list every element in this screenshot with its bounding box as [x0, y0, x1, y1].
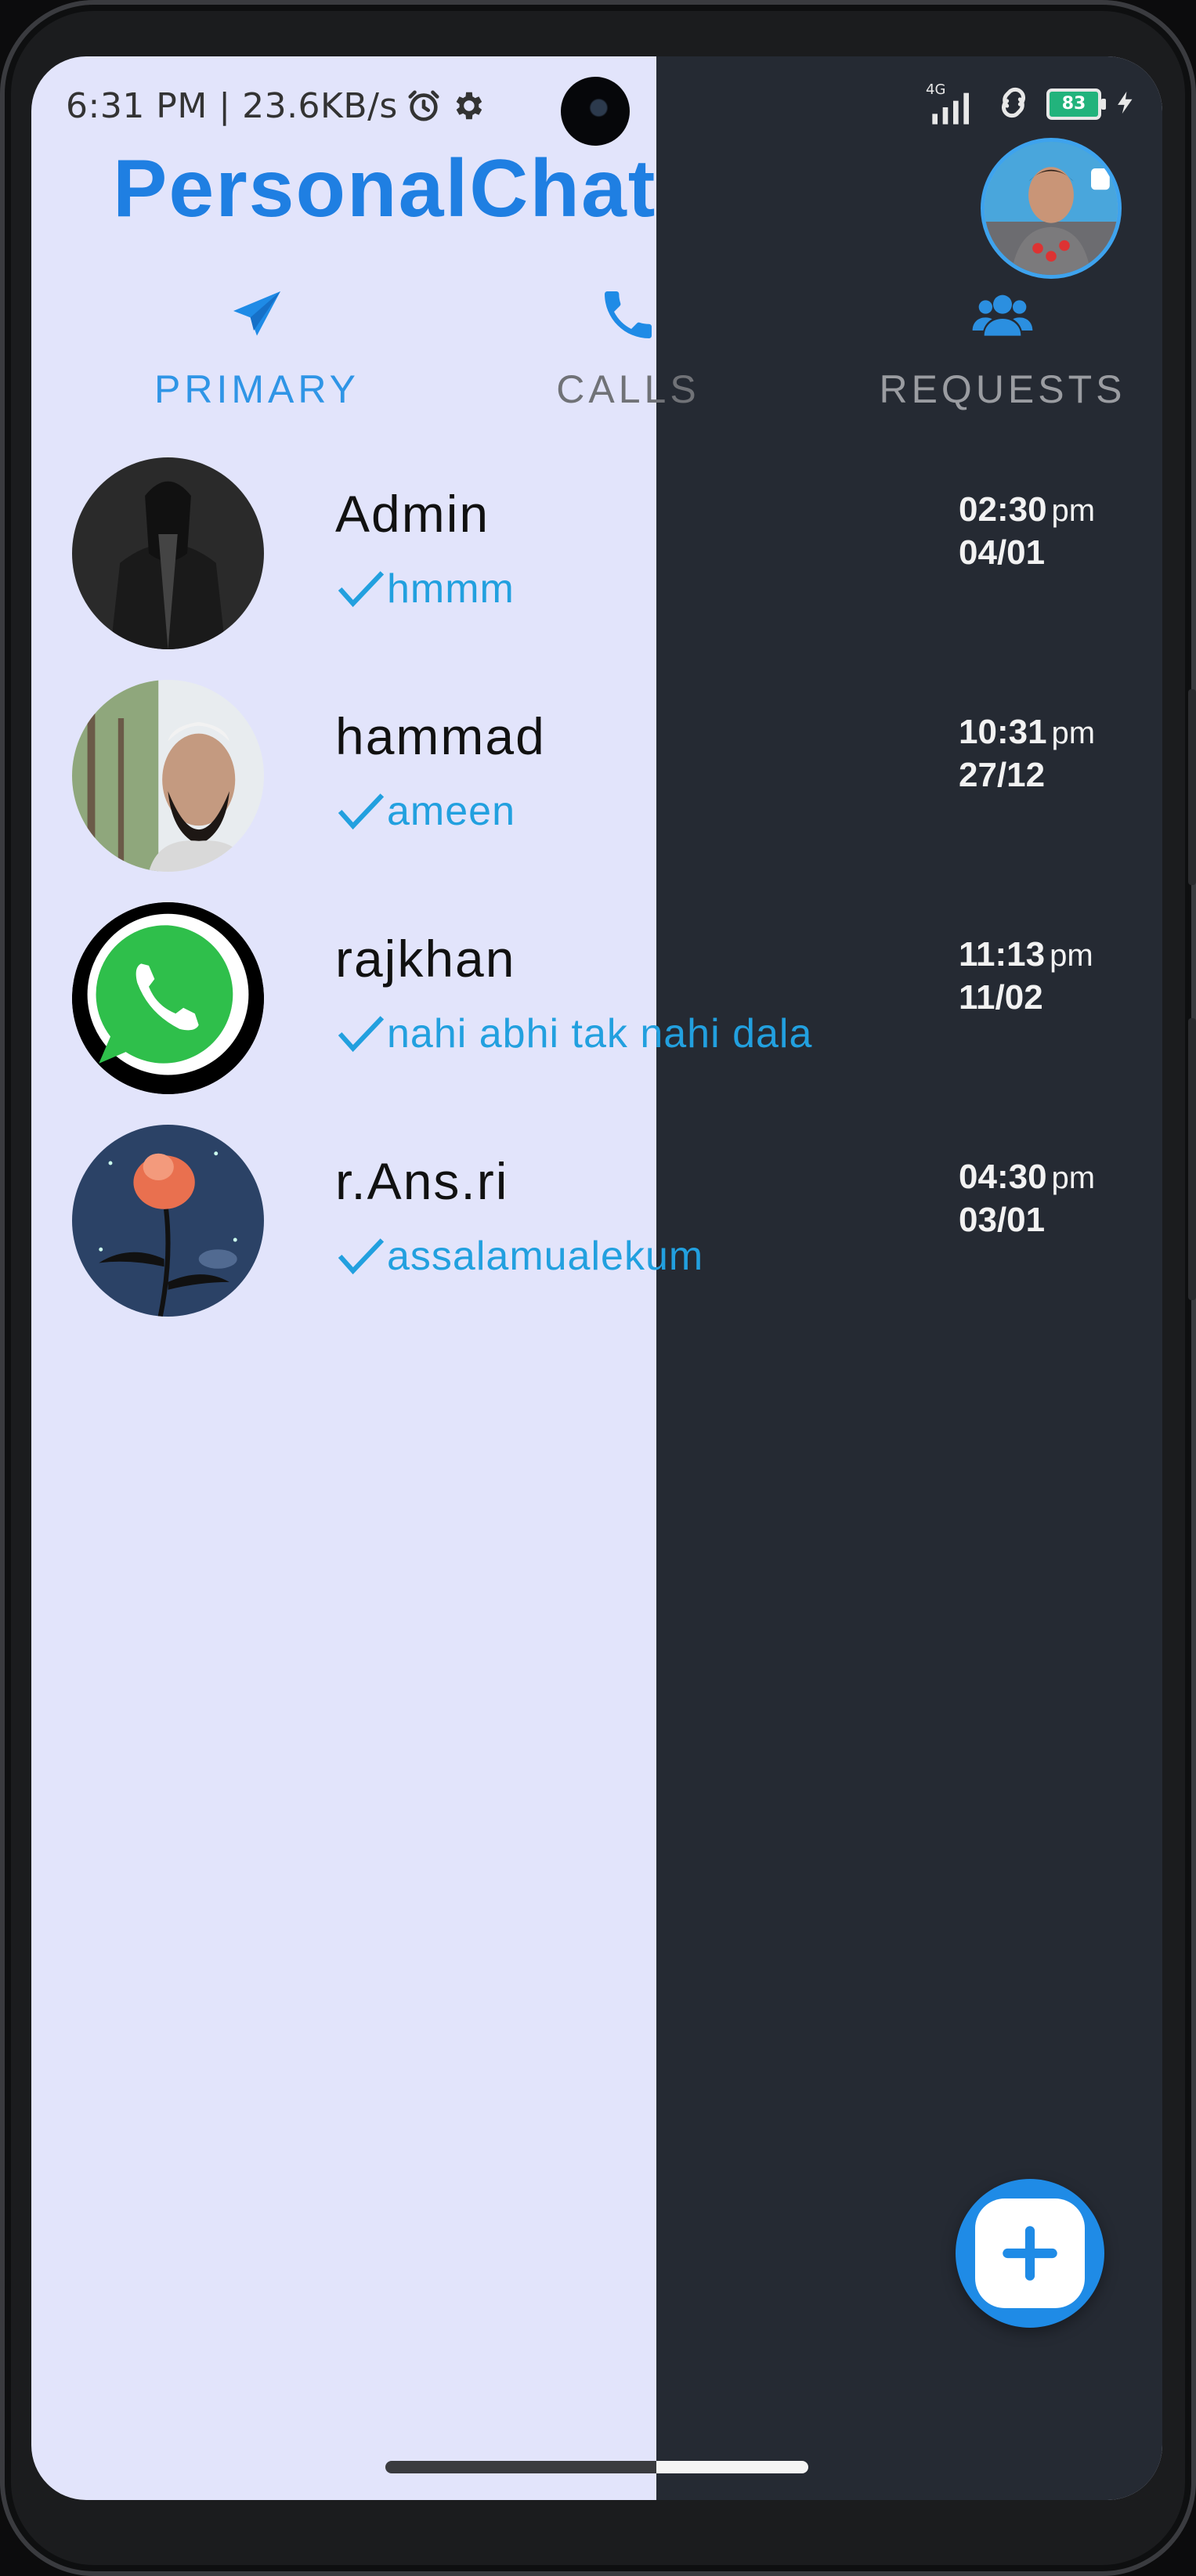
chat-name: rajkhan: [335, 930, 516, 988]
chat-row-rajkhan[interactable]: rajkhan nahi abhi tak nahi dala 11:13 pm …: [31, 902, 1162, 1098]
chat-preview: hmmm: [337, 565, 515, 612]
phone-icon: [605, 291, 652, 338]
chat-row-admin[interactable]: Admin hmmm 02:30 pm 04/01: [31, 457, 1162, 653]
tab-requests[interactable]: REQUESTS: [862, 284, 1144, 425]
chat-preview: nahi abhi tak nahi dala: [337, 1010, 812, 1057]
fab-inner: [975, 2198, 1085, 2308]
avatar: [72, 902, 264, 1094]
chat-preview: assalamualekum: [337, 1233, 703, 1280]
paper-plane-icon: [233, 291, 280, 336]
battery-level: 83: [1046, 89, 1106, 120]
chat-preview-text: hmmm: [387, 566, 515, 612]
charging-bolt-icon: [1112, 85, 1139, 124]
chat-preview: ameen: [337, 788, 515, 835]
avatar: [72, 457, 264, 649]
chat-date: 27/12: [959, 756, 1046, 794]
chat-timestamp: 04:30 pm 03/01: [959, 1156, 1095, 1241]
tab-primary-label: PRIMARY: [154, 367, 360, 411]
chat-time: 02:30: [959, 490, 1047, 529]
tab-requests-label: REQUESTS: [879, 367, 1126, 411]
volume-button: [1188, 689, 1196, 885]
power-button: [1188, 1018, 1196, 1300]
chat-date: 04/01: [959, 533, 1046, 572]
avatar: [72, 1125, 264, 1317]
tab-primary[interactable]: PRIMARY: [116, 284, 398, 425]
avatar: [72, 680, 264, 872]
chat-preview-text: nahi abhi tak nahi dala: [387, 1011, 813, 1057]
chat-timestamp: 11:13 pm 11/02: [959, 934, 1093, 1019]
screen: 6:31 PM | 23.6KB/s 4G 83 PersonalChat PR…: [31, 56, 1162, 2500]
tab-bar: PRIMARY CALLS REQUESTS: [31, 284, 1162, 425]
chat-date: 11/02: [959, 978, 1043, 1017]
status-bar-left: 6:31 PM | 23.6KB/s: [66, 78, 486, 133]
chat-date: 03/01: [959, 1201, 1046, 1239]
chat-time: 10:31: [959, 713, 1047, 751]
chat-timestamp: 02:30 pm 04/01: [959, 489, 1095, 574]
new-chat-button[interactable]: [956, 2179, 1104, 2328]
chat-preview-text: assalamualekum: [387, 1234, 704, 1279]
hotspot-link-icon: [992, 83, 1035, 125]
chat-time: 04:30: [959, 1158, 1047, 1196]
chat-time: 11:13: [959, 935, 1046, 974]
check-icon: [338, 1016, 385, 1053]
users-icon: [972, 294, 1033, 336]
status-time-speed: 6:31 PM | 23.6KB/s: [66, 85, 398, 126]
chat-row-hammad[interactable]: hammad ameen 10:31 pm 27/12: [31, 680, 1162, 876]
chat-ampm: pm: [1051, 493, 1096, 528]
profile-avatar[interactable]: [981, 138, 1122, 279]
check-icon: [338, 793, 385, 830]
app-title: PersonalChat: [113, 143, 657, 234]
chat-ampm: pm: [1050, 938, 1093, 973]
chat-ampm: pm: [1051, 716, 1096, 750]
chat-name: r.Ans.ri: [335, 1152, 509, 1210]
chat-row-ransri[interactable]: r.Ans.ri assalamualekum 04:30 pm 03/01: [31, 1125, 1162, 1321]
signal-icon: 4G: [926, 81, 981, 125]
alarm-icon: [406, 88, 442, 124]
chat-name: hammad: [335, 707, 546, 765]
chat-ampm: pm: [1051, 1161, 1096, 1195]
status-bar-right: 4G 83: [926, 77, 1139, 132]
settings-gear-icon: [450, 88, 486, 124]
plus-icon: [1003, 2226, 1057, 2281]
home-indicator-dark-side: [656, 2461, 808, 2473]
check-icon: [338, 571, 385, 608]
chat-timestamp: 10:31 pm 27/12: [959, 711, 1095, 797]
tab-calls-label: CALLS: [556, 367, 700, 411]
check-icon: [338, 1238, 385, 1275]
front-camera: [561, 77, 630, 146]
chat-preview-text: ameen: [387, 789, 515, 834]
chat-name: Admin: [335, 485, 490, 543]
tab-calls[interactable]: CALLS: [487, 284, 769, 425]
